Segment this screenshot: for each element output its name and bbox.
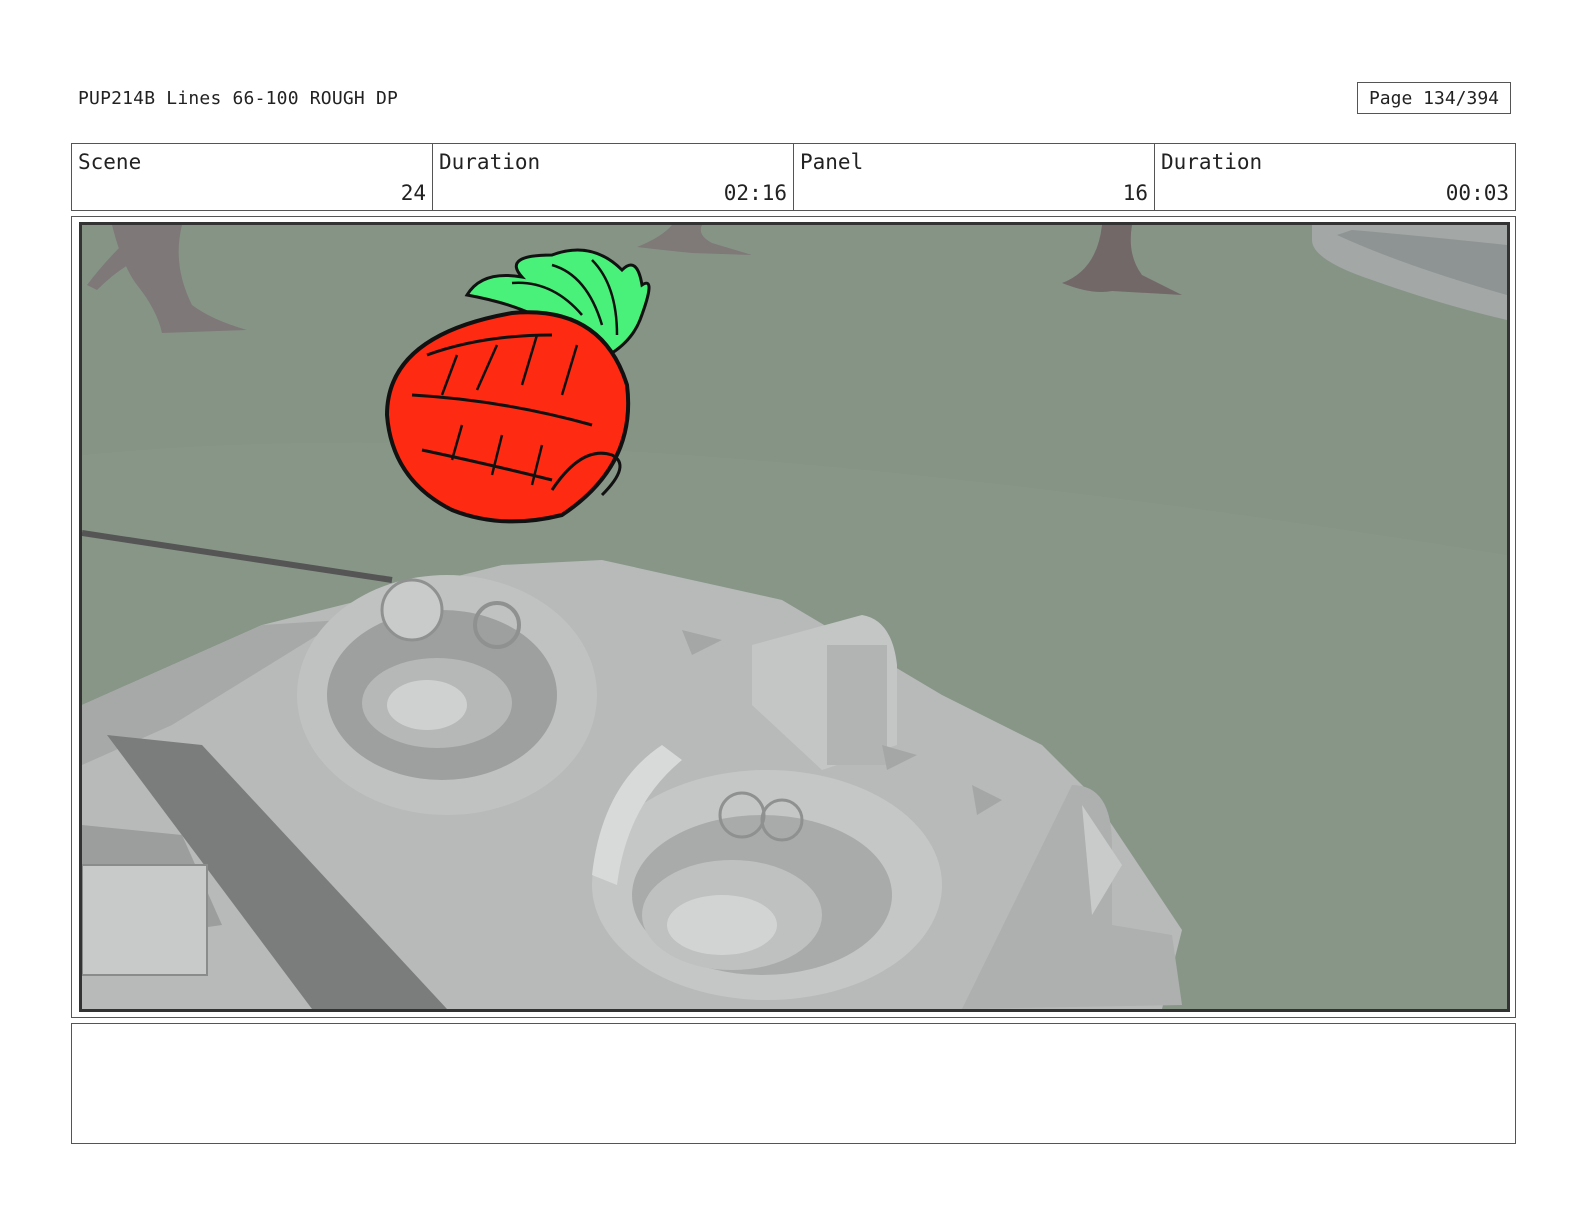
scene-info-table: Scene 24 Duration 02:16 Panel 16 Duratio…	[71, 143, 1516, 211]
panel-duration-cell: Duration 00:03	[1155, 144, 1515, 210]
scene-value: 24	[400, 181, 426, 205]
panel-artwork	[82, 225, 1507, 1009]
scene-duration-label: Duration	[439, 150, 541, 174]
pineapple-body	[384, 310, 631, 524]
panel-duration-value: 00:03	[1445, 181, 1509, 205]
page-number: Page 134/394	[1357, 82, 1511, 114]
scene-cell: Scene 24	[72, 144, 433, 210]
document-title: PUP214B Lines 66-100 ROUGH DP	[78, 88, 399, 109]
storyboard-panel-image	[79, 222, 1510, 1012]
panel-label: Panel	[800, 150, 864, 174]
panel-cell: Panel 16	[794, 144, 1155, 210]
panel-notes-box	[71, 1023, 1516, 1144]
panel-value: 16	[1122, 181, 1148, 205]
scene-duration-cell: Duration 02:16	[433, 144, 794, 210]
scene-duration-value: 02:16	[723, 181, 787, 205]
panel-duration-label: Duration	[1161, 150, 1263, 174]
scene-label: Scene	[78, 150, 142, 174]
